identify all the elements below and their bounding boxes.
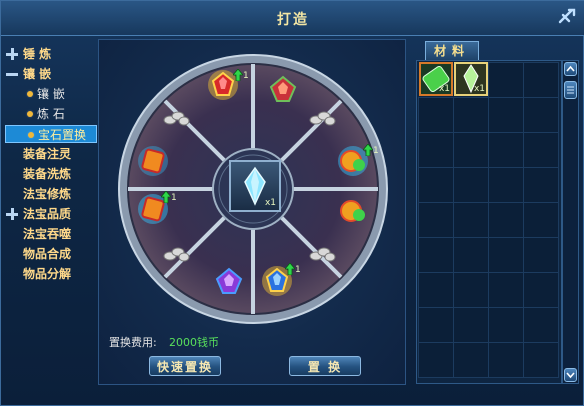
inventory-slot[interactable]	[418, 307, 454, 343]
inventory-slot[interactable]	[453, 132, 489, 168]
chevron-down-icon	[566, 372, 575, 379]
upgrade-arrow-icon	[285, 263, 295, 275]
gem-qty: 1	[373, 146, 379, 156]
quick-swap-button[interactable]: 快速置换	[149, 356, 221, 376]
inventory-slot[interactable]	[453, 342, 489, 378]
inventory-slot[interactable]	[453, 307, 489, 343]
nav-item-treasure-train[interactable]: 法宝修炼	[5, 185, 97, 203]
upgrade-arrow-icon	[161, 191, 171, 203]
nav-item-hammer[interactable]: 锤 炼	[5, 45, 97, 63]
inventory-slot[interactable]	[488, 202, 524, 238]
inventory-slot[interactable]	[488, 97, 524, 133]
inventory-slot[interactable]	[488, 167, 524, 203]
swap-cost-label: 置换费用:	[109, 336, 157, 349]
gem-orange-blue-2-icon[interactable]	[135, 143, 171, 179]
inventory-slot[interactable]	[453, 202, 489, 238]
inventory-slot[interactable]	[488, 307, 524, 343]
gem-red-purple-icon[interactable]	[265, 71, 301, 107]
upgrade-arrow-icon	[233, 69, 243, 81]
center-crystal-slot[interactable]: x1	[229, 160, 281, 212]
inventory-slot[interactable]	[523, 272, 559, 308]
gem-purple-blue-icon[interactable]	[211, 263, 247, 299]
inventory-slot[interactable]	[523, 202, 559, 238]
inventory-slot[interactable]	[488, 132, 524, 168]
forge-window: 打造 锤 炼 镶 嵌 镶 嵌 炼 石 宝石置换 装备注灵 装备洗炼 法宝修炼 法…	[0, 0, 584, 406]
inventory-slot[interactable]	[453, 272, 489, 308]
inventory-slot[interactable]	[523, 307, 559, 343]
forge-nav: 锤 炼 镶 嵌 镶 嵌 炼 石 宝石置换 装备注灵 装备洗炼 法宝修炼 法宝品质…	[5, 41, 97, 387]
inventory-slot[interactable]	[488, 342, 524, 378]
inventory-slot[interactable]	[523, 132, 559, 168]
expand-plus-icon	[6, 208, 18, 220]
chevron-up-icon	[566, 65, 575, 72]
material-green-scroll[interactable]: x1	[419, 62, 453, 96]
gem-qty: 1	[295, 265, 301, 275]
center-qty: x1	[264, 198, 276, 208]
item-qty: x1	[438, 84, 450, 94]
inventory-slot[interactable]	[418, 342, 454, 378]
scroll-down-button[interactable]	[564, 368, 577, 382]
inventory-slot[interactable]	[523, 237, 559, 273]
inventory-slot[interactable]	[418, 202, 454, 238]
nav-subitem-inlay[interactable]: 镶 嵌	[5, 85, 97, 103]
inventory-slot[interactable]	[488, 62, 524, 98]
nav-item-equip-wash[interactable]: 装备洗炼	[5, 165, 97, 183]
nav-subitem-refine-stone[interactable]: 炼 石	[5, 105, 97, 123]
nav-item-inlay[interactable]: 镶 嵌	[5, 65, 97, 83]
scroll-thumb[interactable]	[564, 81, 577, 99]
title-bar: 打造	[1, 1, 584, 36]
gem-qty: 1	[243, 71, 249, 81]
inventory-slot[interactable]	[418, 132, 454, 168]
item-qty: x1	[473, 84, 485, 94]
expand-plus-icon	[6, 48, 18, 60]
inventory-slot[interactable]	[418, 237, 454, 273]
nav-item-item-combine[interactable]: 物品合成	[5, 245, 97, 263]
inventory-slot[interactable]	[488, 272, 524, 308]
gem-orange-green-2-icon[interactable]	[335, 193, 371, 229]
upgrade-arrow-icon	[363, 144, 373, 156]
inventory-slot[interactable]	[453, 97, 489, 133]
materials-scrollbar[interactable]	[562, 60, 579, 384]
ore-pile-icon	[163, 111, 190, 126]
collapse-minus-icon	[6, 68, 18, 80]
swap-button[interactable]: 置 换	[289, 356, 361, 376]
material-gold-crystal[interactable]: x1	[454, 62, 488, 96]
swap-cost-value: 2000钱币	[169, 336, 219, 349]
bullet-icon	[28, 132, 34, 138]
bullet-icon	[27, 91, 33, 97]
inventory-slot[interactable]	[453, 237, 489, 273]
window-title: 打造	[277, 12, 309, 28]
inventory-slot[interactable]	[523, 62, 559, 98]
inventory-slot[interactable]	[523, 342, 559, 378]
tab-materials[interactable]: 材料	[425, 41, 479, 61]
inventory-slot[interactable]	[418, 97, 454, 133]
grip-icon	[567, 86, 574, 94]
ore-pile-icon	[163, 247, 190, 262]
nav-item-treasure-devour[interactable]: 法宝吞噬	[5, 225, 97, 243]
scroll-up-button[interactable]	[564, 62, 577, 76]
inventory-slot[interactable]	[488, 237, 524, 273]
nav-item-treasure-quality[interactable]: 法宝品质	[5, 205, 97, 223]
inventory-slot[interactable]	[523, 167, 559, 203]
nav-item-item-decompose[interactable]: 物品分解	[5, 265, 97, 283]
inventory-slot[interactable]	[418, 272, 454, 308]
close-icon[interactable]	[557, 7, 577, 27]
inventory-slot[interactable]	[523, 97, 559, 133]
inventory-slot[interactable]	[453, 167, 489, 203]
nav-subitem-gem-swap[interactable]: 宝石置换	[5, 125, 97, 143]
ore-pile-icon	[309, 247, 336, 262]
ore-pile-icon	[309, 111, 336, 126]
gem-qty: 1	[171, 193, 177, 203]
nav-item-equip-soul[interactable]: 装备注灵	[5, 145, 97, 163]
inventory-slot[interactable]	[418, 167, 454, 203]
bullet-icon	[27, 111, 33, 117]
